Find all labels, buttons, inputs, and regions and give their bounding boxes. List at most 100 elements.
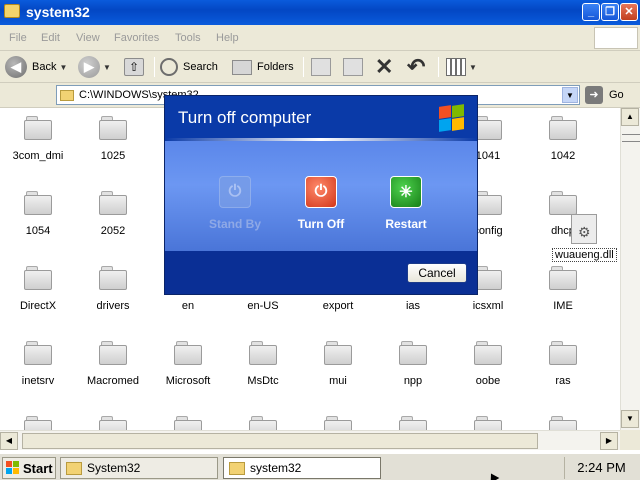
folder-icon — [99, 341, 127, 365]
folder-label: 1042 — [550, 150, 576, 162]
horizontal-scrollbar[interactable]: ◀ ▶ — [0, 430, 620, 450]
move-to-button[interactable] — [311, 55, 331, 79]
menu-file[interactable]: File — [9, 32, 27, 44]
folder-label: 1025 — [100, 150, 126, 162]
start-button[interactable]: Start — [2, 457, 56, 479]
windows-logo-icon — [437, 104, 465, 132]
folder-icon — [549, 341, 577, 365]
folder-item[interactable]: 1042 — [527, 116, 599, 162]
menu-edit[interactable]: Edit — [41, 32, 60, 44]
folder-item[interactable]: MsDtc — [227, 341, 299, 387]
forward-button[interactable]: ▶ ▼ — [78, 55, 111, 79]
folders-button[interactable]: Folders — [232, 55, 294, 79]
dropdown-arrow-icon[interactable]: ▼ — [59, 63, 67, 72]
dragged-file[interactable]: ⚙ wuaueng.dll — [552, 214, 617, 262]
minimize-button[interactable]: _ — [582, 3, 600, 21]
back-button[interactable]: ◀ Back ▼ — [5, 55, 67, 79]
move-to-icon — [311, 58, 331, 76]
folder-icon — [24, 416, 52, 430]
cancel-button[interactable]: Cancel — [407, 263, 467, 283]
folder-item[interactable] — [377, 416, 449, 430]
folder-label: drivers — [96, 300, 130, 312]
copy-to-button[interactable] — [343, 55, 363, 79]
power-icon[interactable]: ⏻ — [305, 176, 337, 208]
folder-icon — [99, 116, 127, 140]
folder-item[interactable] — [302, 416, 374, 430]
up-folder-button[interactable]: ⇧ — [124, 55, 144, 79]
menu-tools[interactable]: Tools — [175, 32, 201, 44]
folder-item[interactable]: Microsoft — [152, 341, 224, 387]
window-titlebar[interactable]: system32 _ ❐ ✕ — [0, 0, 640, 25]
scroll-down-icon[interactable]: ▼ — [621, 410, 639, 428]
delete-button[interactable]: ✕ — [375, 55, 393, 79]
folder-item[interactable]: Macromed — [77, 341, 149, 387]
taskbar-item-label: System32 — [87, 461, 141, 475]
scroll-thumb[interactable] — [22, 433, 538, 449]
folder-item[interactable]: npp — [377, 341, 449, 387]
folder-item[interactable]: 1054 — [2, 191, 74, 237]
menu-favorites[interactable]: Favorites — [114, 32, 159, 44]
folders-label: Folders — [257, 61, 294, 73]
search-button[interactable]: Search — [160, 55, 218, 79]
folder-icon — [474, 116, 502, 140]
scroll-up-icon[interactable]: ▲ — [621, 108, 639, 126]
folder-icon — [24, 191, 52, 215]
restart-label[interactable]: Restart — [366, 217, 446, 231]
toolbar-separator — [154, 57, 155, 77]
scroll-left-icon[interactable]: ◀ — [0, 432, 18, 450]
folder-item[interactable] — [77, 416, 149, 430]
folder-item[interactable] — [2, 416, 74, 430]
folder-item[interactable]: 2052 — [77, 191, 149, 237]
folder-label: DirectX — [19, 300, 57, 312]
standby-icon: ⏻ — [219, 176, 251, 208]
folder-item[interactable]: 3com_dmi — [2, 116, 74, 162]
folder-item[interactable]: ras — [527, 341, 599, 387]
taskbar-item-system32-1[interactable]: System32 — [60, 457, 218, 479]
folder-item[interactable]: oobe — [452, 341, 524, 387]
folder-icon — [229, 461, 245, 475]
address-dropdown-icon[interactable]: ▼ — [562, 87, 578, 103]
undo-button[interactable]: ↶ — [407, 55, 425, 79]
folder-icon — [24, 341, 52, 365]
restart-icon[interactable]: ✳ — [390, 176, 422, 208]
folder-item[interactable]: DirectX — [2, 266, 74, 312]
folder-item[interactable] — [452, 416, 524, 430]
views-button[interactable]: ▼ — [446, 55, 477, 79]
folder-item[interactable] — [152, 416, 224, 430]
vertical-scrollbar[interactable]: ▲ ▼ — [620, 108, 640, 430]
folder-item[interactable]: IME — [527, 266, 599, 312]
taskbar-item-system32-2[interactable]: system32 — [223, 457, 381, 479]
folder-item[interactable]: 1025 — [77, 116, 149, 162]
window-title: system32 — [26, 4, 90, 20]
folder-icon — [474, 191, 502, 215]
folder-label: MsDtc — [247, 375, 279, 387]
turn-off-label[interactable]: Turn Off — [281, 217, 361, 231]
folder-item[interactable]: drivers — [77, 266, 149, 312]
scroll-thumb[interactable] — [622, 134, 640, 142]
dropdown-arrow-icon[interactable]: ▼ — [469, 63, 477, 72]
close-button[interactable]: ✕ — [620, 3, 638, 21]
dragged-file-label: wuaueng.dll — [552, 248, 617, 262]
folder-item[interactable] — [527, 416, 599, 430]
copy-to-icon — [343, 58, 363, 76]
folder-icon — [174, 416, 202, 430]
folder-item[interactable]: mui — [302, 341, 374, 387]
maximize-button[interactable]: ❐ — [601, 3, 619, 21]
search-label: Search — [183, 61, 218, 73]
turn-off-option[interactable]: ⏻ Turn Off — [281, 176, 361, 231]
folder-label: npp — [403, 375, 423, 387]
restart-option[interactable]: ✳ Restart — [366, 176, 446, 231]
system-tray-clock[interactable]: 2:24 PM — [564, 457, 638, 479]
folder-item[interactable]: inetsrv — [2, 341, 74, 387]
folder-label: ias — [405, 300, 421, 312]
menu-help[interactable]: Help — [216, 32, 239, 44]
menu-view[interactable]: View — [76, 32, 100, 44]
folder-item[interactable] — [227, 416, 299, 430]
folder-icon — [99, 191, 127, 215]
folder-icon — [399, 416, 427, 430]
scroll-right-icon[interactable]: ▶ — [600, 432, 618, 450]
folder-label: 1054 — [25, 225, 51, 237]
go-button[interactable]: ➜ Go — [585, 85, 637, 105]
dropdown-arrow-icon[interactable]: ▼ — [103, 63, 111, 72]
folder-icon — [549, 116, 577, 140]
